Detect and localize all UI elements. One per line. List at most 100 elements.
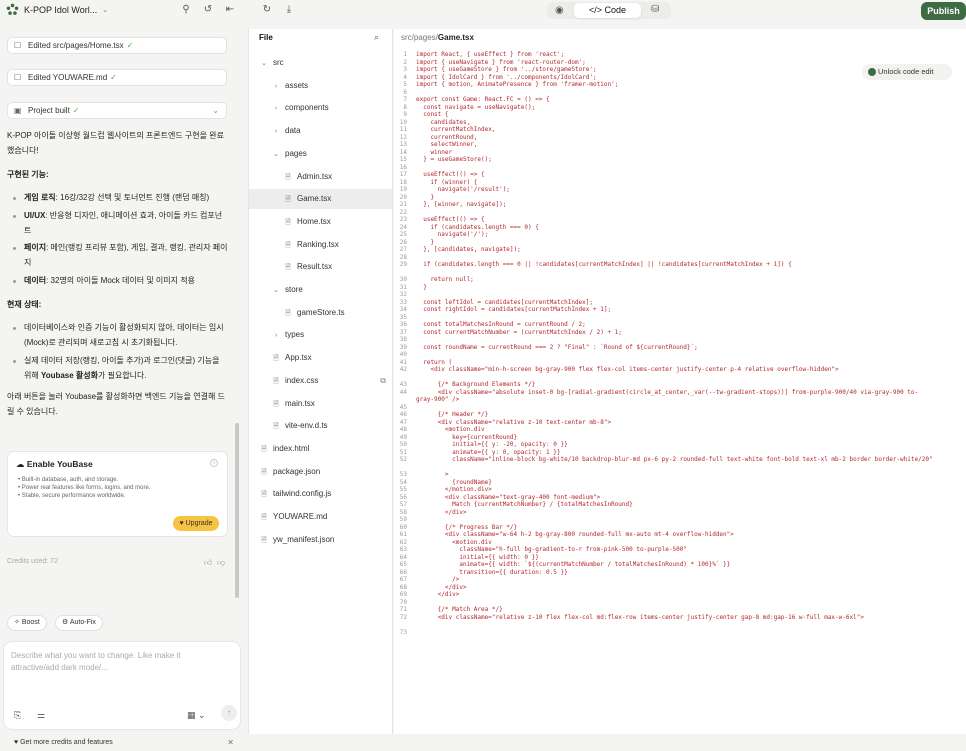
code-text: useEffect(() => { [416, 171, 485, 178]
send-button[interactable]: ↑ [221, 705, 237, 721]
code-line: 73 [394, 629, 966, 637]
file-tree-item[interactable]: 🗎 index.css ⧉ [249, 371, 392, 391]
code-lines[interactable]: 1 import React, { useEffect } from 'react… [394, 51, 966, 636]
code-text: </motion.div> [416, 486, 492, 493]
code-line: 68 </div> [394, 584, 966, 592]
preview-eye-icon[interactable]: ◉ [555, 5, 564, 16]
code-line: 29 if (candidates.length === 0 || !candi… [394, 261, 966, 276]
broom-icon[interactable]: ⚲ [180, 4, 192, 16]
line-number: 32 [399, 291, 407, 298]
code-line: 14 winner [394, 149, 966, 157]
thumbs-up-icon[interactable]: 👍︎ [204, 558, 212, 568]
file-tree-label: Ranking.tsx [297, 239, 339, 249]
file-tree-label: index.html [273, 443, 310, 453]
file-tree-item[interactable]: 🗎 YOUWARE.md [249, 507, 392, 527]
file-tree-item[interactable]: › data [249, 121, 392, 141]
code-line: 25 navigate('/'); [394, 231, 966, 239]
file-tree-item[interactable]: 🗎 gameStore.ts [249, 303, 392, 323]
file-icon: 🗎 [273, 355, 279, 363]
line-number: 17 [399, 171, 407, 178]
file-icon: 🗎 [285, 241, 291, 249]
file-tree-item[interactable]: 🗎 tailwind.config.js [249, 484, 392, 504]
file-tree-item[interactable]: 🗎 Home.tsx [249, 212, 392, 232]
download-icon[interactable]: ⤓ [283, 4, 295, 16]
file-tree-item[interactable]: 🗎 Result.tsx [249, 257, 392, 277]
file-tree-item[interactable]: 🗎 Admin.tsx [249, 167, 392, 187]
code-line: 17 useEffect(() => { [394, 171, 966, 179]
tab-code[interactable]: </> Code [574, 3, 641, 18]
code-text: const totalMatchesInRound = currentRound… [416, 321, 586, 328]
code-text: navigate('/'); [416, 231, 489, 238]
attach-icon[interactable]: ⎘ [14, 710, 21, 721]
code-line: 19 navigate('/result'); [394, 186, 966, 194]
feature-item: 페이지: 메인(랭킹 프리뷰 포함), 게임, 결과, 랭킹, 관리자 페이지 [24, 243, 228, 267]
refresh-icon[interactable]: ↻ [261, 4, 273, 16]
line-number: 49 [399, 433, 407, 441]
prompt-input[interactable]: Describe what you want to change. Like m… [3, 641, 241, 730]
code-editor: src/pages/Game.tsx 1 import React, { useE… [394, 29, 966, 734]
code-text: import { useGameStore } from '../store/g… [416, 66, 597, 73]
code-line: 59 [394, 516, 966, 524]
code-line: 27 }, [candidates, navigate]); [394, 246, 966, 254]
line-number: 22 [399, 208, 407, 216]
line-number: 2 [403, 58, 407, 66]
code-line: 30 return null; [394, 276, 966, 284]
file-tree-label: Home.tsx [297, 216, 331, 226]
file-tree-item[interactable]: 🗎 yw_manifest.json [249, 530, 392, 550]
line-number: 39 [399, 343, 407, 351]
code-line: 57 Match {currentMatchNumber} / {totalMa… [394, 501, 966, 509]
activity-card-build[interactable]: ▣ Project built ✓ ⌄ [7, 102, 227, 119]
code-line: 41 return ( [394, 359, 966, 367]
file-tree-item[interactable]: ⌄ pages [249, 144, 392, 164]
database-icon[interactable]: ⛁ [651, 4, 659, 15]
upgrade-button[interactable]: ♥ Upgrade [173, 516, 219, 531]
file-tree-item[interactable]: ⌄ store [249, 280, 392, 300]
settings-sliders-icon[interactable]: ⚌ [37, 710, 45, 721]
code-line: 70 [394, 599, 966, 607]
autofix-button[interactable]: ⚙ Auto-Fix [55, 615, 103, 631]
code-line: 16 [394, 164, 966, 172]
collapse-panel-icon[interactable]: ⇤ [224, 4, 236, 16]
line-number: 47 [399, 418, 407, 426]
file-tree-item[interactable]: ⌄ src [249, 53, 392, 73]
credits-banner[interactable]: ♥ Get more credits and features ✕ [7, 735, 236, 751]
open-external-icon[interactable]: ⧉ [380, 371, 386, 391]
thumbs-down-icon[interactable]: 👎︎ [217, 558, 225, 568]
publish-button[interactable]: Publish [921, 2, 966, 20]
info-icon[interactable]: i [210, 459, 218, 467]
line-number: 73 [399, 628, 407, 636]
file-tree-item[interactable]: › types [249, 325, 392, 345]
code-text: </div> [416, 591, 460, 598]
close-icon[interactable]: ✕ [227, 735, 234, 751]
file-tree-item[interactable]: › assets [249, 76, 392, 96]
history-icon[interactable]: ↺ [202, 4, 214, 16]
model-select-icon[interactable]: ▦ ⌄ [187, 710, 206, 721]
file-tree-item[interactable]: 🗎 Ranking.tsx [249, 235, 392, 255]
boost-button[interactable]: ✧ Boost [7, 615, 47, 631]
code-line: 61 <div className="w-64 h-2 bg-gray-800 … [394, 531, 966, 539]
file-tree-item[interactable]: 🗎 main.tsx [249, 394, 392, 414]
line-number: 21 [399, 201, 407, 208]
unlock-code-edit-button[interactable]: Unlock code edit [862, 64, 952, 80]
code-line: 69 </div> [394, 591, 966, 599]
code-line: 35 [394, 314, 966, 322]
youbase-title: ☁ Enable YouBase [16, 459, 93, 469]
file-tree-label: tailwind.config.js [273, 489, 332, 499]
file-tree-item[interactable]: 🗎 Game.tsx [249, 189, 392, 210]
line-number: 68 [399, 583, 407, 591]
project-menu[interactable]: K-POP Idol Worl... ⌄ [6, 3, 108, 16]
file-tree-item[interactable]: 🗎 index.html [249, 439, 392, 459]
activity-card-edit-youware[interactable]: ☐ Edited YOUWARE.md ✓ [7, 69, 227, 86]
code-line: 51 animate={{ y: 0, opacity: 1 }} [394, 449, 966, 457]
file-tree-item[interactable]: 🗎 App.tsx [249, 348, 392, 368]
search-icon[interactable]: ⌕ [374, 32, 379, 43]
file-tree-item[interactable]: 🗎 vite-env.d.ts [249, 416, 392, 436]
code-line: 23 useEffect(() => { [394, 216, 966, 224]
code-line: 46 {/* Header */} [394, 411, 966, 419]
scrollbar[interactable] [235, 423, 239, 598]
file-tree-item[interactable]: 🗎 package.json [249, 462, 392, 482]
code-text: Match {currentMatchNumber} / {totalMatch… [416, 501, 633, 508]
line-number: 20 [399, 193, 407, 201]
file-tree-item[interactable]: › components [249, 98, 392, 118]
activity-card-edit-home[interactable]: ☐ Edited src/pages/Home.tsx ✓ [7, 37, 227, 54]
